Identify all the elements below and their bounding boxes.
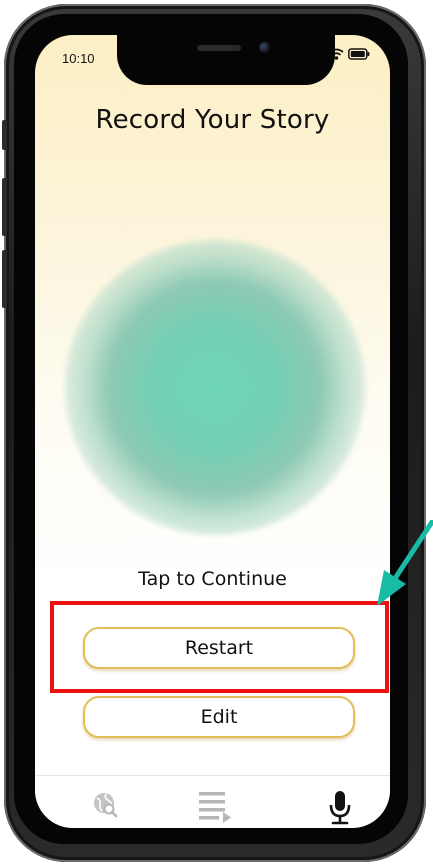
notch [117,35,335,85]
volume-up-button [2,178,7,236]
recording-orb[interactable] [65,240,365,535]
playlist-icon [199,792,231,823]
tap-to-continue-label: Tap to Continue [138,568,287,590]
speaker-grille [197,45,241,51]
battery-icon [348,48,370,60]
tab-explore[interactable] [85,790,125,828]
microphone-icon [329,791,351,825]
tab-stories[interactable] [195,790,235,828]
screenshot-stage: 10:10 Record Your Story Tap to Continue … [0,0,433,866]
tab-bar [35,775,390,828]
app-screen: 10:10 Record Your Story Tap to Continue … [35,35,390,828]
edit-button[interactable]: Edit [83,696,355,738]
globe-search-icon [94,793,118,818]
front-camera [259,42,270,53]
status-time: 10:10 [62,51,95,66]
pointer-arrow-icon [377,520,433,606]
mute-switch [2,120,7,150]
highlight-box [50,601,389,693]
tab-record[interactable] [320,790,360,828]
page-title: Record Your Story [95,105,330,135]
volume-down-button [2,250,7,308]
